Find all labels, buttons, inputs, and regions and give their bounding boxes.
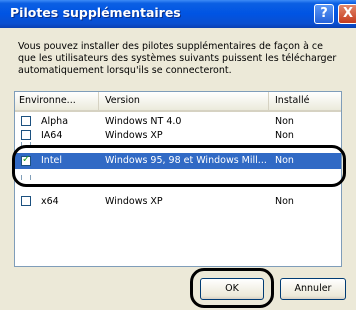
description-text: Vous pouvez installer des pilotes supplé… <box>18 41 337 76</box>
column-header-environment[interactable]: Environne... <box>15 92 99 110</box>
dialog-window: Pilotes supplémentaires ? X Vous pouvez … <box>0 0 356 310</box>
column-header-version[interactable]: Version <box>99 92 269 110</box>
list-item[interactable]: x64 Windows XP Non <box>15 195 341 209</box>
version-cell: Windows NT 4.0 <box>105 116 182 127</box>
help-button[interactable]: ? <box>314 4 334 24</box>
list-item[interactable]: IA64 Windows XP Non <box>15 129 341 143</box>
version-cell: Windows XP <box>105 196 163 207</box>
installed-cell: Non <box>275 116 294 127</box>
cancel-button[interactable]: Annuler <box>280 278 346 300</box>
env-cell: IA64 <box>41 130 63 141</box>
version-cell: Windows XP <box>105 130 163 141</box>
env-cell: x64 <box>41 196 59 207</box>
close-button[interactable]: X <box>338 4 356 24</box>
installed-cell: Non <box>275 130 294 141</box>
column-header-installed[interactable]: Installé <box>269 92 341 110</box>
checkbox[interactable] <box>21 196 31 206</box>
checkbox[interactable] <box>21 130 31 140</box>
env-cell: Alpha <box>41 116 69 127</box>
title-bar: Pilotes supplémentaires ? X <box>0 0 356 28</box>
checkbox[interactable] <box>21 116 31 126</box>
selection-highlight-ring <box>12 145 346 187</box>
installed-cell: Non <box>275 196 294 207</box>
ok-button[interactable]: OK <box>200 278 264 300</box>
list-item[interactable]: Alpha Windows NT 4.0 Non <box>15 115 341 129</box>
dialog-title: Pilotes supplémentaires <box>10 5 181 20</box>
list-header: Environne... Version Installé <box>15 92 341 112</box>
